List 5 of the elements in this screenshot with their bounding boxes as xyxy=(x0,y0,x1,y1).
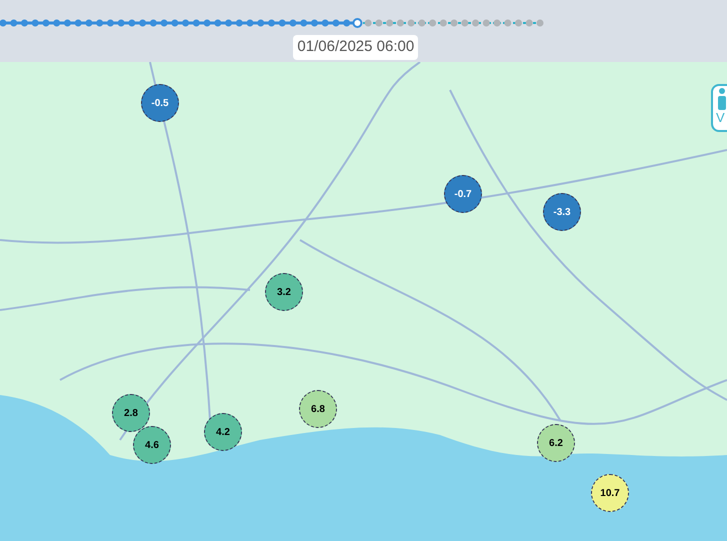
timeline-track-drawing[interactable] xyxy=(0,16,545,30)
timeline-thumb[interactable] xyxy=(352,18,362,28)
side-button-label: V xyxy=(716,110,725,126)
timeline-date-label: 01/06/2025 06:00 xyxy=(293,35,418,60)
info-icon xyxy=(716,88,727,110)
